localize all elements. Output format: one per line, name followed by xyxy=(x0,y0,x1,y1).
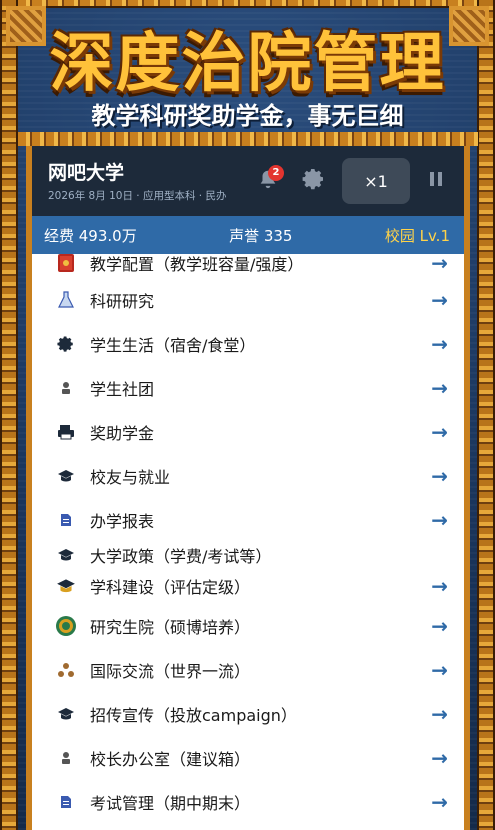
menu-item-alumni[interactable]: 校友与就业 → xyxy=(52,454,464,498)
gear-icon xyxy=(302,167,326,195)
arrow-right-icon: → xyxy=(431,376,448,400)
notification-badge: 2 xyxy=(268,165,284,181)
arrow-right-icon: → xyxy=(431,288,448,312)
arrow-right-icon: → xyxy=(431,251,448,275)
person-icon xyxy=(52,744,80,772)
notification-button[interactable]: 2 xyxy=(250,163,286,199)
menu-item-label: 科研研究 xyxy=(90,292,155,311)
menu-item-label: 研究生院（硕博培养） xyxy=(90,618,251,637)
network-icon xyxy=(52,656,80,684)
arrow-right-icon: → xyxy=(431,574,448,598)
graduation-cap-icon xyxy=(52,541,80,569)
university-name: 网吧大学 xyxy=(48,162,125,185)
pause-icon xyxy=(428,170,444,192)
menu-item-label: 国际交流（世界一流） xyxy=(90,662,251,681)
menu-item-disciplines[interactable]: 学科建设（评估定级） → xyxy=(52,568,464,604)
book-icon xyxy=(52,249,80,277)
graduation-cap-icon xyxy=(52,462,80,490)
banner-subtitle: 教学科研奖助学金，事无巨细 xyxy=(91,102,404,130)
menu-item-graduate-school[interactable]: 研究生院（硕博培养） → xyxy=(52,604,464,648)
arrow-right-icon: → xyxy=(431,464,448,488)
menu-item-international[interactable]: 国际交流（世界一流） → xyxy=(52,648,464,692)
menu-item-label: 校友与就业 xyxy=(90,468,171,487)
pause-button[interactable] xyxy=(422,163,450,199)
menu-item-exams[interactable]: 考试管理（期中期末） → xyxy=(52,780,464,824)
printer-icon xyxy=(52,418,80,446)
medal-icon xyxy=(52,612,80,640)
gear-icon xyxy=(52,330,80,358)
menu-item-teaching-config[interactable]: 教学配置（教学班容量/强度） → xyxy=(52,248,464,278)
person-icon xyxy=(52,374,80,402)
graduation-cap-icon xyxy=(52,700,80,728)
menu-item-scholarships[interactable]: 奖助学金 → xyxy=(52,410,464,454)
menu-item-president-office[interactable]: 校长办公室（建议箱） → xyxy=(52,736,464,780)
reputation-stat: 声誉 335 xyxy=(229,226,293,245)
menu-item-label: 校长办公室（建议箱） xyxy=(90,750,251,769)
campus-level-stat[interactable]: 校园 Lv.1 xyxy=(385,225,450,246)
arrow-right-icon: → xyxy=(431,702,448,726)
menu-item-label: 奖助学金 xyxy=(90,424,155,443)
arrow-right-icon: → xyxy=(431,614,448,638)
flask-icon xyxy=(52,286,80,314)
banner-title: 深度治院管理 xyxy=(49,27,446,101)
settings-button[interactable] xyxy=(296,163,332,199)
menu-item-label: 学生生活（宿舍/食堂） xyxy=(90,336,256,355)
menu-item-student-life[interactable]: 学生生活（宿舍/食堂） → xyxy=(52,322,464,366)
arrow-right-icon: → xyxy=(431,420,448,444)
game-panel: 网吧大学 2026年 8月 10日 · 应用型本科 · 民办 2 ×1 经费 4… xyxy=(32,146,464,830)
arrow-right-icon: → xyxy=(431,332,448,356)
menu-item-label: 学生社团 xyxy=(90,380,155,399)
top-ornament-border xyxy=(0,0,495,8)
arrow-right-icon: → xyxy=(431,658,448,682)
document-icon xyxy=(52,788,80,816)
menu-item-label: 学科建设（评估定级） xyxy=(90,578,251,597)
header-info: 网吧大学 2026年 8月 10日 · 应用型本科 · 民办 xyxy=(48,158,250,203)
arrow-right-icon: → xyxy=(431,508,448,532)
arrow-right-icon: → xyxy=(431,746,448,770)
date-info: 2026年 8月 10日 · 应用型本科 · 民办 xyxy=(48,190,227,203)
menu-item-label: 大学政策（学费/考试等） xyxy=(90,547,272,566)
graduation-cap-icon xyxy=(52,572,80,600)
app-header: 网吧大学 2026年 8月 10日 · 应用型本科 · 民办 2 ×1 xyxy=(32,146,464,216)
menu-item-label: 招传宣传（投放campaign） xyxy=(90,706,297,725)
game-speed-button[interactable]: ×1 xyxy=(342,158,410,204)
menu-item-clubs[interactable]: 学生社团 → xyxy=(52,366,464,410)
funds-stat: 经费 493.0万 xyxy=(44,226,137,245)
menu-item-promotion[interactable]: 招传宣传（投放campaign） → xyxy=(52,692,464,736)
menu-item-label: 教学配置（教学班容量/强度） xyxy=(90,255,304,274)
arrow-right-icon: → xyxy=(431,790,448,814)
document-icon xyxy=(52,506,80,534)
menu-item-label: 考试管理（期中期末） xyxy=(90,794,251,813)
management-menu: 教学配置（教学班容量/强度） → 科研研究 → 学生生活（宿舍/食堂） → 学生… xyxy=(32,248,464,824)
menu-item-reports[interactable]: 办学报表 → xyxy=(52,498,464,542)
menu-item-research[interactable]: 科研研究 → xyxy=(52,278,464,322)
menu-item-policy[interactable]: 大学政策（学费/考试等） xyxy=(52,542,464,568)
menu-item-label: 办学报表 xyxy=(90,512,155,531)
